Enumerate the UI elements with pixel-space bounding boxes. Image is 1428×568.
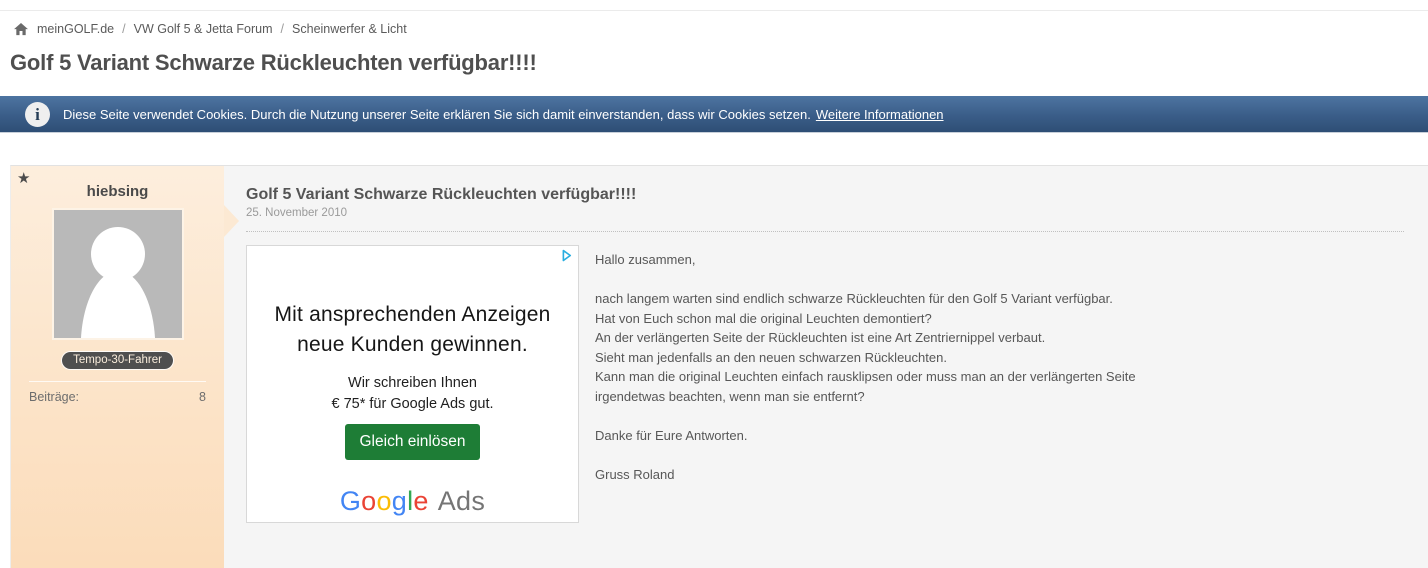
- stat-value: 8: [199, 390, 206, 404]
- ad-cta-button[interactable]: Gleich einlösen: [345, 424, 481, 460]
- ad-headline: Mit ansprechenden Anzeigenneue Kunden ge…: [247, 300, 578, 360]
- author-username[interactable]: hiebsing: [11, 166, 224, 200]
- author-sidebar: ★ hiebsing Tempo-30-Fahrer Beiträge: 8: [11, 166, 224, 568]
- ad-subtext: Wir schreiben Ihnen€ 75* für Google Ads …: [247, 373, 578, 415]
- breadcrumb-items: meinGOLF.de / VW Golf 5 & Jetta Forum / Sche…: [37, 22, 407, 36]
- google-logo: Google: [340, 486, 429, 516]
- post-body: Hallo zusammen, nach langem warten sind e…: [595, 245, 1136, 523]
- stat-label: Beiträge:: [29, 390, 79, 404]
- star-icon: ★: [17, 169, 30, 187]
- breadcrumb-separator: /: [281, 22, 284, 36]
- post-paragraph: Hallo zusammen,: [595, 250, 1136, 270]
- post-date: 25. November 2010: [246, 207, 1404, 219]
- ads-suffix: Ads: [438, 486, 485, 516]
- dotted-divider: [246, 231, 1404, 232]
- post-title: Golf 5 Variant Schwarze Rückleuchten ver…: [246, 186, 1404, 204]
- cookie-notice-text: Diese Seite verwendet Cookies. Durch die…: [63, 107, 811, 122]
- rank-badge: Tempo-30-Fahrer: [62, 352, 173, 369]
- page-title: Golf 5 Variant Schwarze Rückleuchten ver…: [10, 50, 537, 76]
- home-icon[interactable]: [14, 23, 28, 36]
- google-ad[interactable]: Mit ansprechenden Anzeigenneue Kunden ge…: [246, 245, 579, 523]
- post-content: Golf 5 Variant Schwarze Rückleuchten ver…: [224, 166, 1428, 568]
- cookie-notice-bar: i Diese Seite verwendet Cookies. Durch d…: [0, 96, 1428, 133]
- google-ads-logo: Google Ads: [247, 486, 578, 517]
- breadcrumb-link[interactable]: VW Golf 5 & Jetta Forum: [134, 22, 273, 36]
- post-paragraph: Gruss Roland: [595, 465, 1136, 485]
- author-stats: Beiträge: 8: [11, 382, 224, 404]
- speech-pointer: [224, 205, 239, 237]
- breadcrumb: meinGOLF.de / VW Golf 5 & Jetta Forum / Sche…: [14, 22, 407, 36]
- cookie-more-info-link[interactable]: Weitere Informationen: [816, 107, 944, 122]
- adchoices-icon[interactable]: [559, 248, 574, 263]
- breadcrumb-separator: /: [122, 22, 125, 36]
- forum-post: ★ hiebsing Tempo-30-Fahrer Beiträge: 8 G…: [10, 165, 1428, 568]
- breadcrumb-link[interactable]: Scheinwerfer & Licht: [292, 22, 407, 36]
- info-icon: i: [25, 102, 50, 127]
- breadcrumb-link[interactable]: meinGOLF.de: [37, 22, 114, 36]
- top-divider: [0, 10, 1428, 11]
- post-paragraph: nach langem warten sind endlich schwarze…: [595, 289, 1136, 406]
- avatar[interactable]: [52, 208, 184, 340]
- post-paragraph: Danke für Eure Antworten.: [595, 426, 1136, 446]
